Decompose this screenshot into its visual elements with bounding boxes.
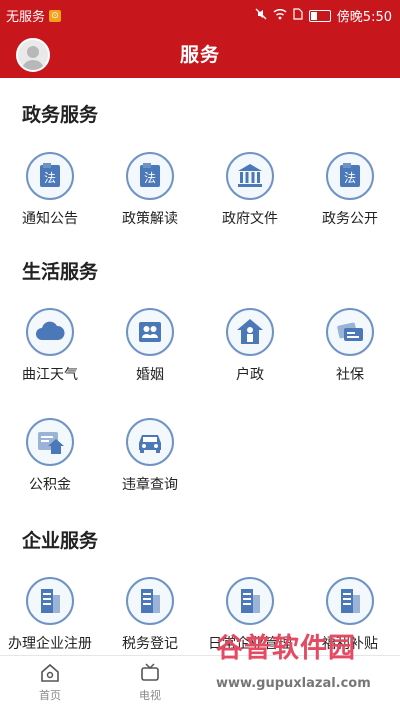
network-badge-icon: ⊙ xyxy=(49,9,62,22)
cloud-icon xyxy=(26,308,74,356)
service-item-label: 社保 xyxy=(336,367,364,383)
tab-tv[interactable]: 电视 xyxy=(110,662,190,703)
home-icon xyxy=(41,663,59,682)
office-building-icon xyxy=(226,577,274,625)
service-item-social-security[interactable]: 社保 xyxy=(300,308,400,384)
clock-label: 傍晚5:50 xyxy=(336,10,392,25)
watermark-title: 谷普软件园 xyxy=(216,633,356,664)
service-item-label: 税务登记 xyxy=(122,636,178,652)
carrier-label: 无服务 xyxy=(6,10,46,25)
battery-icon xyxy=(308,9,331,22)
tv-icon xyxy=(141,663,159,681)
office-building-icon xyxy=(126,577,174,625)
service-item-label: 公积金 xyxy=(29,477,71,493)
watermark-url: www.gupuxlazal.com xyxy=(216,676,371,691)
law-book-icon: 法 xyxy=(126,152,174,200)
service-item-label: 政务公开 xyxy=(322,211,378,227)
service-item-weather[interactable]: 曲江天气 xyxy=(0,308,100,384)
service-item-housing-fund[interactable]: 公积金 xyxy=(0,418,100,494)
svg-text:法: 法 xyxy=(44,171,56,185)
tab-home[interactable]: 首页 xyxy=(10,662,90,703)
office-building-icon xyxy=(26,577,74,625)
section-title-government: 政务服务 xyxy=(22,104,99,126)
couple-icon xyxy=(126,308,174,356)
service-item-label: 违章查询 xyxy=(122,477,178,493)
service-item-label: 政策解读 xyxy=(122,211,178,227)
service-item-label: 办理企业注册 xyxy=(8,636,92,652)
service-item-violation-query[interactable]: 违章查询 xyxy=(100,418,200,494)
service-item-label: 曲江天气 xyxy=(22,367,78,383)
card-icon xyxy=(326,308,374,356)
status-bar: 无服务 ⊙ 傍晚5:50 xyxy=(0,0,400,28)
service-item-household[interactable]: 户政 xyxy=(200,308,300,384)
government-building-icon xyxy=(226,152,274,200)
service-item-policy[interactable]: 法 政策解读 xyxy=(100,152,200,228)
section-title-enterprise: 企业服务 xyxy=(22,530,99,552)
svg-text:法: 法 xyxy=(144,171,156,185)
service-item-marriage[interactable]: 婚姻 xyxy=(100,308,200,384)
app-header: 服务 xyxy=(0,28,400,78)
service-item-notices[interactable]: 法 通知公告 xyxy=(0,152,100,228)
service-item-enterprise-registration[interactable]: 办理企业注册 xyxy=(0,577,100,653)
tab-label: 电视 xyxy=(139,689,161,702)
sim-icon xyxy=(293,7,303,24)
house-fund-icon xyxy=(26,418,74,466)
service-item-gov-documents[interactable]: 政府文件 xyxy=(200,152,300,228)
svg-text:法: 法 xyxy=(344,171,356,185)
section-title-life: 生活服务 xyxy=(22,261,99,283)
mute-icon xyxy=(255,8,267,24)
service-item-label: 政府文件 xyxy=(222,211,278,227)
page-title: 服务 xyxy=(179,44,220,66)
tab-label: 首页 xyxy=(39,689,61,702)
service-item-label: 婚姻 xyxy=(136,367,164,383)
site-watermark: 谷普软件园 www.gupuxlazal.com xyxy=(216,624,400,711)
law-book-icon: 法 xyxy=(26,152,74,200)
service-item-tax-registration[interactable]: 税务登记 xyxy=(100,577,200,653)
service-item-label: 通知公告 xyxy=(22,211,78,227)
wifi-icon xyxy=(273,8,287,24)
law-book-icon: 法 xyxy=(326,152,374,200)
service-item-label: 户政 xyxy=(236,367,264,383)
house-person-icon xyxy=(226,308,274,356)
service-item-open-affairs[interactable]: 法 政务公开 xyxy=(300,152,400,228)
office-building-icon xyxy=(326,577,374,625)
car-icon xyxy=(126,418,174,466)
